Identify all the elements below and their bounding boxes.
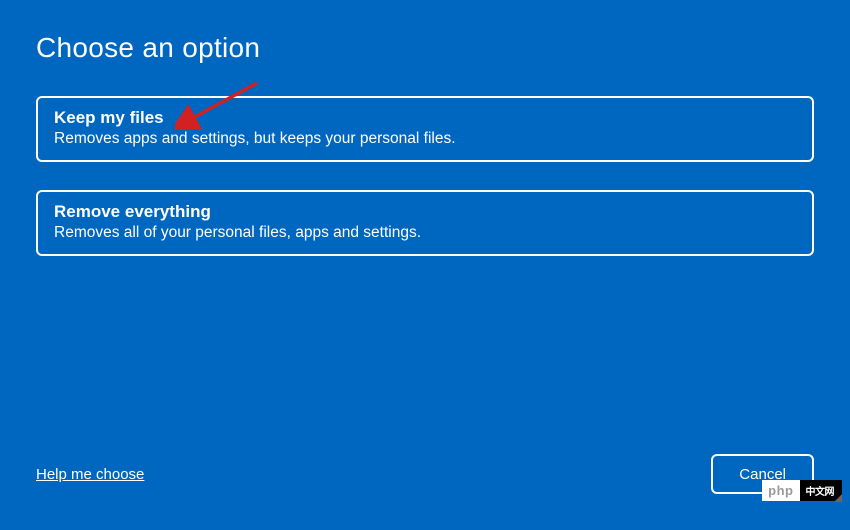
watermark-left: php (762, 480, 799, 501)
option-title: Keep my files (54, 108, 796, 128)
help-me-choose-link[interactable]: Help me choose (36, 466, 144, 483)
option-description: Removes apps and settings, but keeps you… (54, 130, 796, 148)
option-remove-everything[interactable]: Remove everything Removes all of your pe… (36, 190, 814, 256)
option-description: Removes all of your personal files, apps… (54, 224, 796, 242)
watermark: php 中文网 (762, 478, 842, 502)
page-title: Choose an option (36, 32, 814, 64)
option-keep-my-files[interactable]: Keep my files Removes apps and settings,… (36, 96, 814, 162)
option-title: Remove everything (54, 202, 796, 222)
options-list: Keep my files Removes apps and settings,… (36, 96, 814, 256)
